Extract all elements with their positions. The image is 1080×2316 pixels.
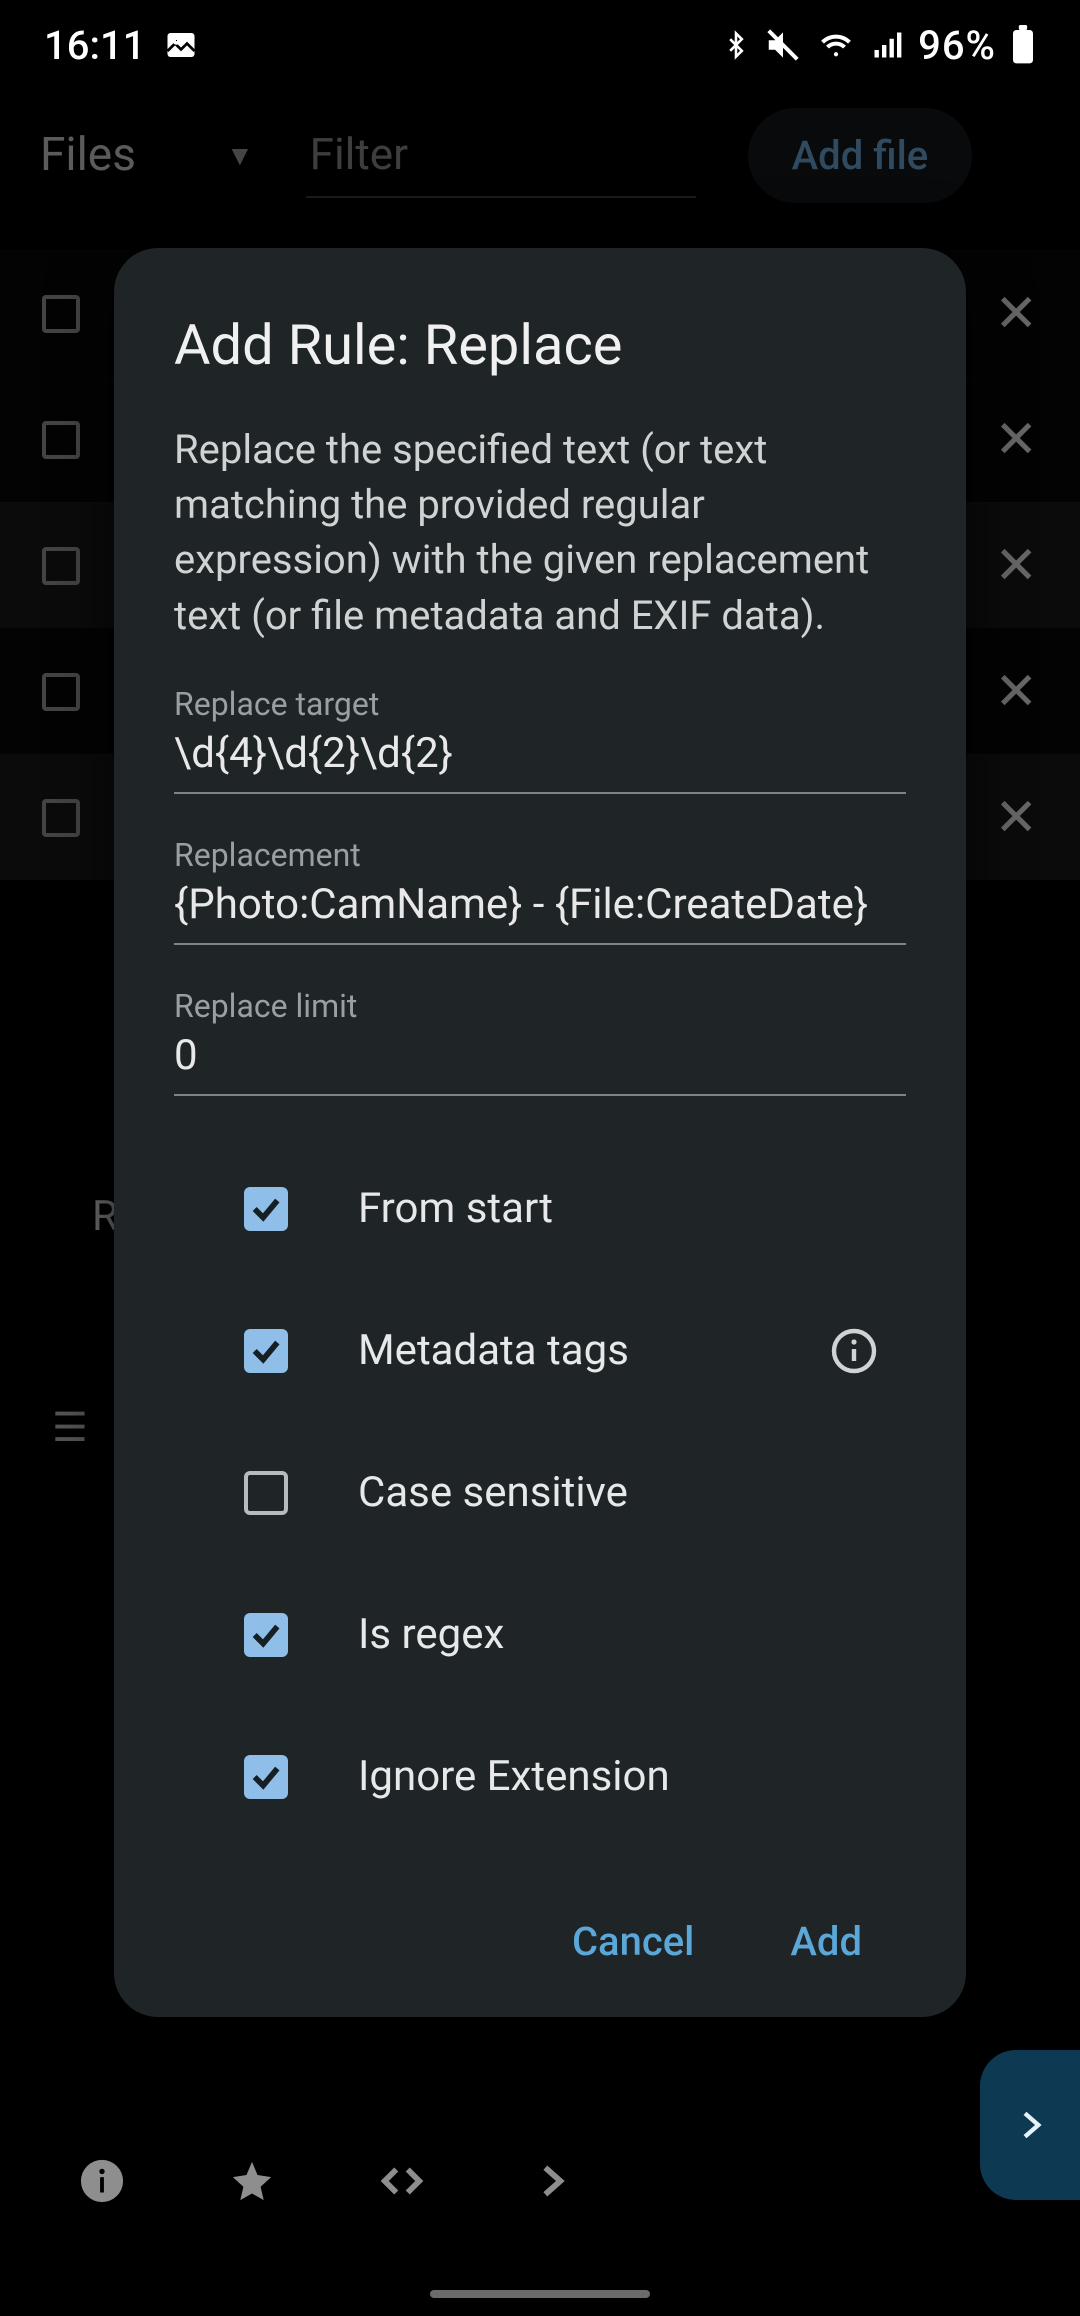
replacement-field[interactable]: Replacement {Photo:CamName} - {File:Crea… — [174, 836, 906, 945]
close-icon[interactable]: ✕ — [994, 661, 1038, 722]
drag-handle-icon: ☰ — [52, 1404, 88, 1451]
replace-target-label: Replace target — [174, 685, 906, 723]
home-indicator — [430, 2290, 650, 2298]
files-spinner-label: Files — [40, 128, 136, 182]
dialog-title: Add Rule: Replace — [174, 312, 906, 378]
info-icon[interactable] — [830, 1327, 878, 1375]
replace-target-field[interactable]: Replace target \d{4}\d{2}\d{2} — [174, 685, 906, 794]
ignore-extension-label: Ignore Extension — [358, 1752, 670, 1801]
case-sensitive-checkbox[interactable] — [244, 1471, 288, 1515]
files-spinner[interactable]: Files ▼ — [40, 128, 254, 182]
status-bar: 16:11 — [0, 0, 1080, 90]
add-rule-dialog: Add Rule: Replace Replace the specified … — [114, 248, 966, 2017]
app-bar: Files ▼ Filter Add file — [0, 100, 1080, 210]
metadata-tags-label: Metadata tags — [358, 1326, 629, 1375]
ignore-extension-row[interactable]: Ignore Extension — [244, 1706, 906, 1848]
nav-info-button[interactable] — [72, 2151, 132, 2211]
from-start-checkbox[interactable] — [244, 1187, 288, 1231]
from-start-row[interactable]: From start — [244, 1138, 906, 1280]
checkbox-icon[interactable] — [42, 799, 80, 837]
ignore-extension-checkbox[interactable] — [244, 1755, 288, 1799]
bluetooth-icon — [722, 25, 750, 65]
replace-target-value[interactable]: \d{4}\d{2}\d{2} — [174, 729, 906, 794]
is-regex-row[interactable]: Is regex — [244, 1564, 906, 1706]
picture-icon — [163, 27, 199, 63]
nav-star-button[interactable] — [222, 2151, 282, 2211]
signal-icon — [870, 30, 904, 60]
close-icon[interactable]: ✕ — [994, 787, 1038, 848]
mute-icon — [764, 26, 802, 64]
replacement-label: Replacement — [174, 836, 906, 874]
bottom-nav — [0, 2126, 1080, 2236]
checkbox-icon[interactable] — [42, 295, 80, 333]
battery-icon — [1010, 25, 1036, 65]
filter-placeholder: Filter — [310, 128, 408, 180]
metadata-tags-checkbox[interactable] — [244, 1329, 288, 1373]
nav-code-button[interactable] — [372, 2151, 432, 2211]
close-icon[interactable]: ✕ — [994, 409, 1038, 470]
from-start-label: From start — [358, 1184, 553, 1233]
is-regex-label: Is regex — [358, 1610, 504, 1659]
chevron-down-icon: ▼ — [226, 139, 254, 172]
case-sensitive-label: Case sensitive — [358, 1468, 628, 1517]
checkbox-icon[interactable] — [42, 547, 80, 585]
filter-input[interactable]: Filter — [306, 112, 696, 198]
add-file-label: Add file — [792, 132, 929, 179]
replace-limit-field[interactable]: Replace limit 0 — [174, 987, 906, 1096]
wifi-icon — [816, 28, 856, 62]
checkbox-icon[interactable] — [42, 421, 80, 459]
close-icon[interactable]: ✕ — [994, 283, 1038, 344]
dialog-description: Replace the specified text (or text matc… — [174, 422, 906, 643]
replace-limit-label: Replace limit — [174, 987, 906, 1025]
cancel-button[interactable]: Cancel — [572, 1918, 694, 1965]
metadata-tags-row[interactable]: Metadata tags — [244, 1280, 906, 1422]
close-icon[interactable]: ✕ — [994, 535, 1038, 596]
checkbox-icon[interactable] — [42, 673, 80, 711]
replace-limit-value[interactable]: 0 — [174, 1031, 906, 1096]
add-button[interactable]: Add — [790, 1918, 862, 1965]
add-file-button[interactable]: Add file — [748, 108, 973, 203]
replacement-value[interactable]: {Photo:CamName} - {File:CreateDate} — [174, 880, 906, 945]
battery-percent: 96% — [918, 22, 996, 69]
is-regex-checkbox[interactable] — [244, 1613, 288, 1657]
status-time: 16:11 — [44, 22, 145, 69]
nav-forward-button[interactable] — [522, 2151, 582, 2211]
case-sensitive-row[interactable]: Case sensitive — [244, 1422, 906, 1564]
